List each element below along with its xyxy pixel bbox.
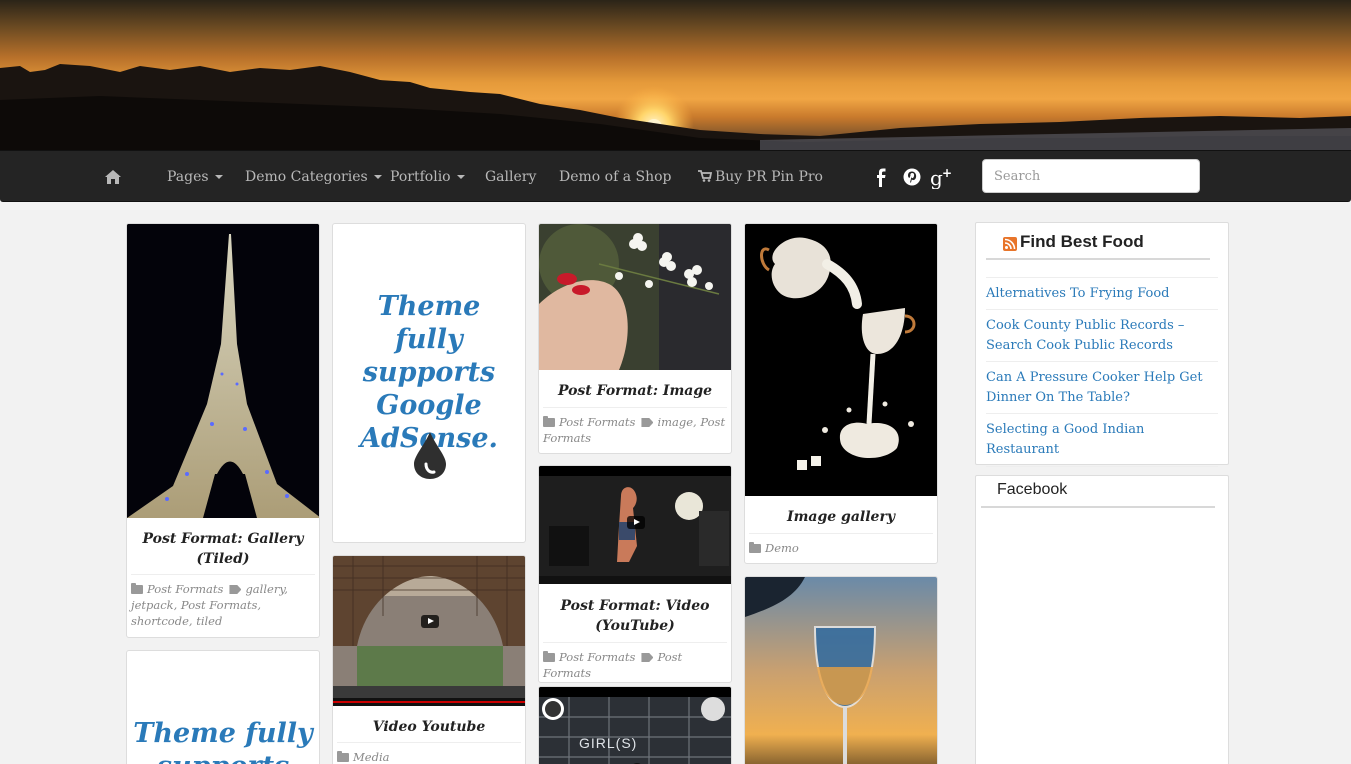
category-link[interactable]: Post Formats — [559, 415, 635, 429]
caret-down-icon — [456, 175, 465, 179]
post-card-video-2[interactable]: GIRL(S) — [538, 686, 732, 764]
eiffel-tower-night-image[interactable] — [127, 224, 319, 518]
sidebar-link[interactable]: Alternatives To Frying Food — [986, 277, 1218, 304]
folder-icon — [543, 651, 555, 662]
sidebar-link[interactable]: Cook County Public Records – Search Cook… — [986, 309, 1218, 356]
facebook-icon[interactable] — [870, 165, 892, 189]
folder-icon — [337, 751, 349, 762]
widget-divider — [986, 258, 1210, 260]
post-card-video[interactable]: Post Format: Video (YouTube) Post Format… — [538, 465, 732, 683]
adsense-text: Theme fully supports — [133, 718, 313, 764]
flowers-in-hand-image[interactable] — [539, 224, 731, 370]
search-input[interactable] — [982, 159, 1200, 193]
widget-divider — [981, 506, 1215, 508]
nav-demo-shop[interactable]: Demo of a Shop — [559, 151, 672, 203]
post-meta: Post Formats Post Formats — [543, 642, 727, 681]
category-link[interactable]: Media — [353, 750, 389, 764]
eiffel-base-video-thumbnail[interactable] — [333, 556, 525, 706]
nav-portfolio[interactable]: Portfolio — [390, 151, 465, 203]
water-drop-icon — [414, 432, 446, 479]
pinterest-icon[interactable] — [901, 165, 923, 189]
post-title[interactable]: Post Format: Video (YouTube) — [539, 596, 731, 636]
wine-glass-sunset-image[interactable] — [745, 577, 937, 764]
play-icon[interactable] — [627, 516, 645, 529]
category-link[interactable]: Post Formats — [559, 650, 635, 664]
widget-title[interactable]: Find Best Food — [1020, 232, 1144, 252]
singer-video-thumbnail[interactable] — [539, 466, 731, 584]
header-banner — [0, 0, 1351, 150]
facebook-widget: Facebook — [975, 475, 1229, 764]
post-card-image[interactable]: Post Format: Image Post Formats image, Po… — [538, 223, 732, 454]
widget-title: Facebook — [997, 481, 1068, 498]
post-title[interactable]: Post Format: Gallery (Tiled) — [127, 529, 319, 569]
find-best-food-widget: Find Best Food Alternatives To Frying Fo… — [975, 222, 1229, 467]
google-plus-icon[interactable]: g + — [930, 165, 952, 190]
nav-demo-categories[interactable]: Demo Categories — [245, 151, 382, 203]
post-meta: Media — [337, 742, 521, 764]
sidebar-link[interactable]: Selecting a Good Indian Restaurant — [986, 413, 1218, 467]
girls-video-thumbnail[interactable]: GIRL(S) — [539, 687, 731, 764]
folder-icon — [543, 416, 555, 427]
post-card-video-youtube[interactable]: Video Youtube Media — [332, 555, 526, 764]
caret-down-icon — [214, 175, 223, 179]
svg-text:+: + — [942, 166, 952, 180]
rss-icon[interactable] — [1003, 237, 1017, 251]
nav-pages[interactable]: Pages — [167, 151, 223, 203]
post-card-gallery-tiled[interactable]: Post Format: Gallery (Tiled) Post Format… — [126, 223, 320, 638]
category-link[interactable]: Demo — [765, 541, 799, 555]
nav-gallery[interactable]: Gallery — [485, 151, 536, 203]
nav-demo-categories-label: Demo Categories — [245, 169, 368, 185]
nav-buy-pr-pin-pro[interactable]: Buy PR Pin Pro — [698, 151, 823, 203]
tag-icon — [641, 653, 654, 662]
folder-icon — [131, 583, 143, 594]
nav-buy-label: Buy PR Pin Pro — [715, 169, 823, 185]
nav-portfolio-label: Portfolio — [390, 169, 451, 185]
cart-icon — [698, 170, 713, 182]
sidebar-link[interactable]: Can A Pressure Cooker Help Get Dinner On… — [986, 361, 1218, 408]
folder-icon — [749, 542, 761, 553]
adsense-card-1: Theme fully supports Google AdSense. — [332, 223, 526, 543]
category-link[interactable]: Post Formats — [147, 582, 223, 596]
post-title[interactable]: Post Format: Image — [539, 381, 731, 401]
post-title[interactable]: Image gallery — [745, 507, 937, 527]
post-card-wine-glass[interactable] — [744, 576, 938, 764]
post-meta: Post Formats gallery, jetpack, Post Forma… — [131, 574, 315, 629]
home-icon[interactable] — [104, 151, 122, 203]
post-meta: Demo — [749, 533, 933, 556]
pouring-milk-image[interactable] — [745, 224, 937, 496]
post-title[interactable]: Video Youtube — [333, 717, 525, 737]
caret-down-icon — [373, 175, 382, 179]
tag-icon — [641, 418, 654, 427]
video-caption: GIRL(S) — [579, 735, 638, 751]
adsense-card-2: Theme fully supports — [126, 650, 320, 764]
post-meta: Post Formats image, Post Formats — [543, 407, 727, 446]
play-icon[interactable] — [421, 615, 439, 628]
post-card-image-gallery[interactable]: Image gallery Demo — [744, 223, 938, 564]
nav-pages-label: Pages — [167, 169, 209, 185]
tag-icon — [229, 585, 242, 594]
